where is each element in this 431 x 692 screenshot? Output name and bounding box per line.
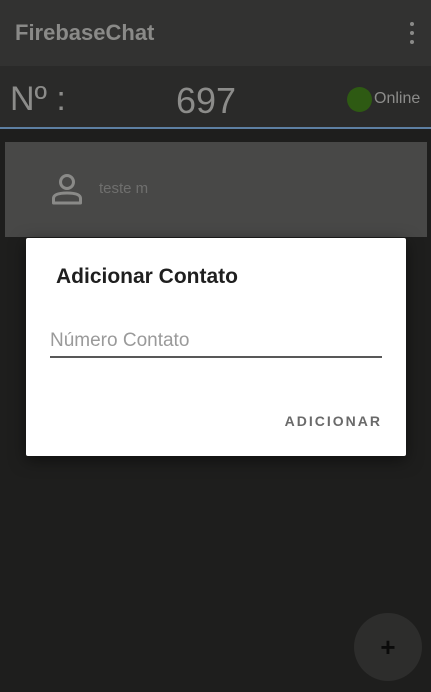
contact-name: teste m — [99, 180, 149, 197]
contact-number-input[interactable] — [50, 326, 382, 358]
divider — [0, 127, 431, 129]
add-icon: + — [380, 632, 396, 662]
online-status-icon — [347, 87, 372, 112]
person-icon — [52, 174, 82, 205]
app-title: FirebaseChat — [15, 20, 155, 45]
dialog-title: Adicionar Contato — [56, 265, 238, 288]
number-label: Nº : — [10, 80, 66, 118]
add-contact-fab[interactable]: + — [354, 613, 422, 681]
contact-list-item[interactable]: teste m — [5, 142, 427, 237]
add-button[interactable]: ADICIONAR — [285, 413, 382, 429]
online-label: Online — [374, 90, 421, 107]
more-vertical-icon[interactable] — [405, 22, 419, 44]
number-value: 697 — [176, 80, 237, 121]
app-bar: FirebaseChat — [0, 0, 431, 66]
add-contact-dialog: Adicionar Contato ADICIONAR — [26, 238, 406, 456]
